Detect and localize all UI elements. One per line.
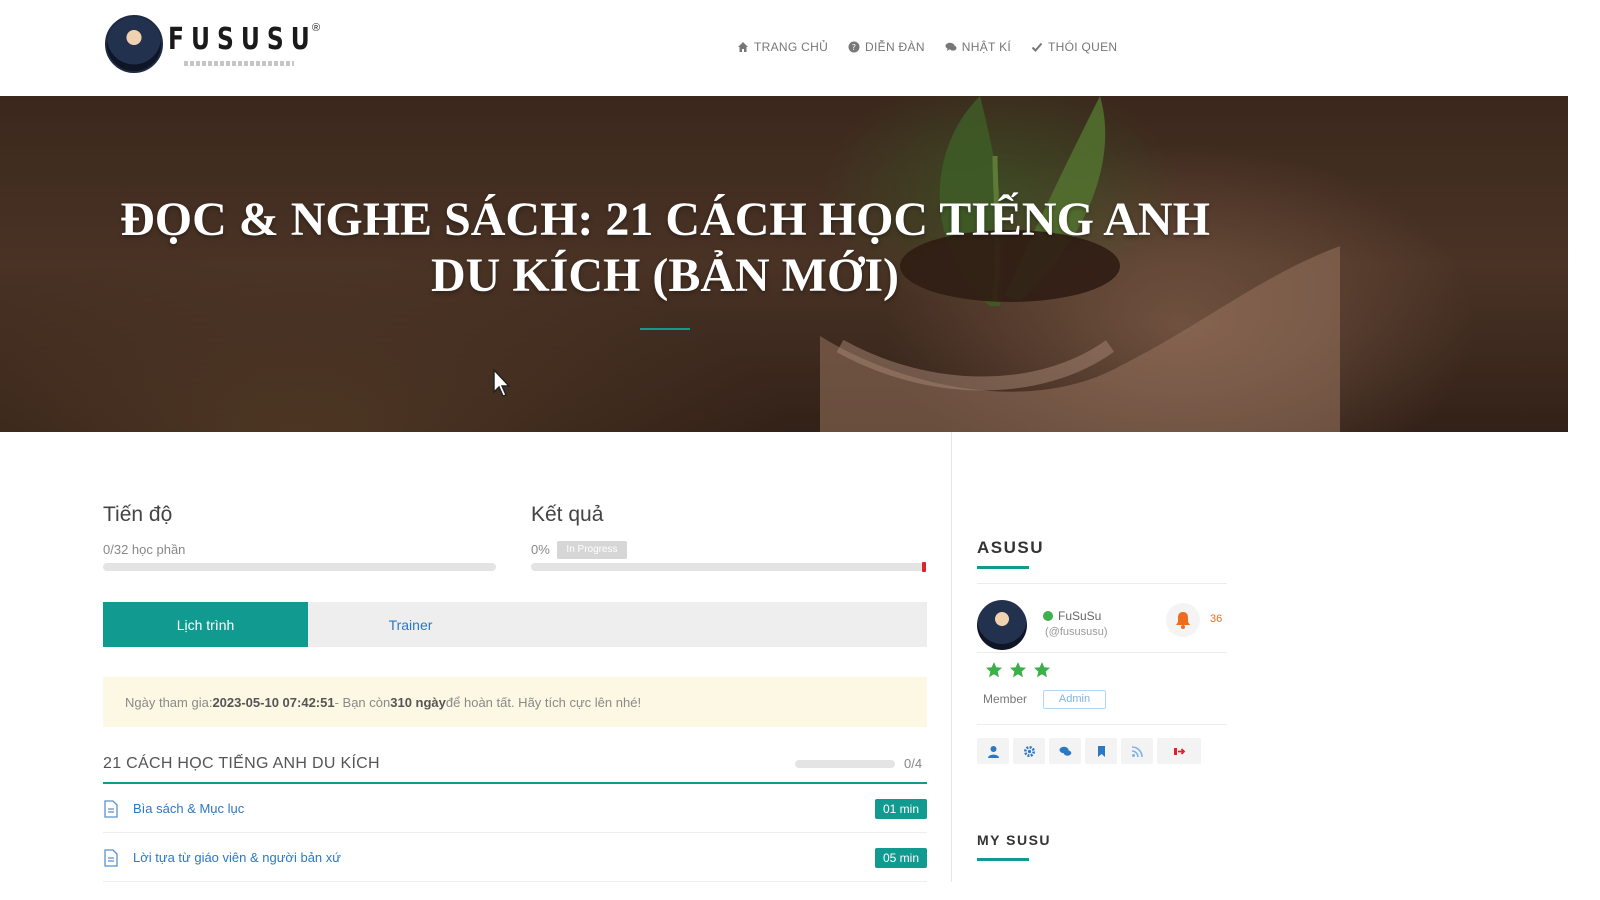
gear-icon (1023, 745, 1035, 757)
bell-icon (1176, 612, 1190, 629)
nav-item-label: DIỄN ĐÀN (865, 40, 925, 54)
user-name[interactable]: FuSuSu (1058, 609, 1101, 623)
role-badge: Admin (1043, 690, 1106, 709)
section-divider (103, 782, 927, 784)
tab-trainer[interactable]: Trainer (308, 602, 513, 647)
rating-stars (985, 661, 1051, 679)
user-icon (987, 745, 999, 758)
member-label: Member (983, 692, 1028, 706)
nav-item-diary[interactable]: NHẬT KÍ (945, 40, 1011, 54)
avatar[interactable] (977, 600, 1027, 650)
section-title[interactable]: 21 CÁCH HỌC TIẾNG ANH DU KÍCH (103, 755, 380, 773)
column-divider (951, 432, 952, 882)
nav-item-label: TRANG CHỦ (754, 40, 829, 54)
progress-sub: 0/32 học phần (103, 542, 186, 557)
logo-avatar[interactable] (105, 15, 163, 73)
notice-suffix: để hoàn tất. Hãy tích cực lên nhé! (445, 694, 642, 710)
course-tabs: Lịch trình Trainer (103, 602, 927, 647)
nav-item-label: THÓI QUEN (1048, 40, 1118, 54)
nav-item-forum[interactable]: ? DIỄN ĐÀN (848, 40, 925, 54)
sidebar-heading-underline (977, 858, 1029, 861)
messages-button[interactable] (1049, 738, 1081, 764)
mouse-cursor-icon (493, 368, 511, 397)
nav-item-home[interactable]: TRANG CHỦ (737, 40, 828, 54)
result-label: Kết quả (531, 503, 604, 526)
online-status-dot (1043, 611, 1053, 621)
check-icon (1031, 42, 1043, 52)
question-circle-icon: ? (848, 41, 860, 53)
sidebar-divider (977, 652, 1227, 653)
result-bar (531, 563, 924, 571)
notice-prefix: Ngày tham gia: (125, 694, 213, 710)
rss-icon (1131, 745, 1143, 757)
nav-item-habits[interactable]: THÓI QUEN (1031, 40, 1117, 54)
sidebar-heading-underline (977, 566, 1029, 569)
bookmarks-button[interactable] (1085, 738, 1117, 764)
result-marker (922, 562, 926, 572)
sidebar-heading-my-susu: MY SUSU (977, 832, 1052, 848)
star-icon (1010, 662, 1026, 678)
logout-button[interactable] (1157, 738, 1201, 764)
notification-count: 36 (1210, 613, 1223, 625)
hero-banner: ĐỌC & NGHE SÁCH: 21 CÁCH HỌC TIẾNG ANH D… (0, 96, 1568, 432)
lesson-item[interactable]: Bìa sách & Mục lục 01 min (103, 785, 927, 833)
notifications-button[interactable] (1166, 603, 1200, 637)
section-progress-bar (795, 760, 895, 768)
svg-text:?: ? (852, 43, 857, 52)
profile-actions (977, 738, 1201, 764)
document-icon (104, 848, 118, 867)
logo-tagline (184, 61, 294, 66)
feed-button[interactable] (1121, 738, 1153, 764)
result-percent: 0% (531, 542, 550, 557)
logo-registered-mark: ® (312, 22, 321, 34)
nav-item-label: NHẬT KÍ (961, 40, 1012, 54)
sidebar-divider (977, 583, 1227, 584)
progress-bar (103, 563, 496, 571)
settings-button[interactable] (1013, 738, 1045, 764)
lesson-item[interactable]: Lời tựa từ giáo viên & người bản xứ 05 m… (103, 834, 927, 882)
site-header: FUSUSU ® TRANG CHỦ ? DIỄN ĐÀN NHẬT KÍ TH… (0, 0, 1568, 96)
profile-button[interactable] (977, 738, 1009, 764)
section-count: 0/4 (904, 756, 923, 771)
hero-divider (640, 328, 690, 330)
sidebar-divider (977, 724, 1227, 725)
progress-label: Tiến độ (103, 503, 173, 526)
lesson-title[interactable]: Bìa sách & Mục lục (133, 801, 875, 816)
lesson-duration: 01 min (874, 798, 927, 819)
lesson-duration: 05 min (874, 847, 927, 868)
notice-middle: - Bạn còn (334, 694, 391, 710)
logo-text[interactable]: FUSUSU (168, 22, 317, 57)
lesson-title[interactable]: Lời tựa từ giáo viên & người bản xứ (133, 850, 875, 865)
sidebar-heading-profile: ASUSU (977, 538, 1045, 557)
main-nav: TRANG CHỦ ? DIỄN ĐÀN NHẬT KÍ THÓI QUEN (737, 40, 1117, 54)
enrollment-notice: Ngày tham gia: 2023-05-10 07:42:51 - Bạn… (103, 677, 927, 727)
home-icon (738, 42, 748, 52)
tab-schedule[interactable]: Lịch trình (103, 602, 308, 647)
logout-icon (1173, 747, 1185, 755)
bookmark-icon (1097, 745, 1105, 757)
star-icon (1034, 662, 1050, 678)
document-icon (104, 799, 118, 818)
comments-icon (1059, 746, 1071, 756)
page-title: ĐỌC & NGHE SÁCH: 21 CÁCH HỌC TIẾNG ANH D… (120, 193, 1210, 302)
join-date: 2023-05-10 07:42:51 (212, 694, 335, 710)
status-badge: In Progress (557, 541, 627, 559)
star-icon (986, 662, 1002, 678)
comments-icon (945, 42, 957, 51)
user-handle: (@fusususu) (1045, 626, 1108, 638)
days-left: 310 ngày (390, 694, 446, 710)
